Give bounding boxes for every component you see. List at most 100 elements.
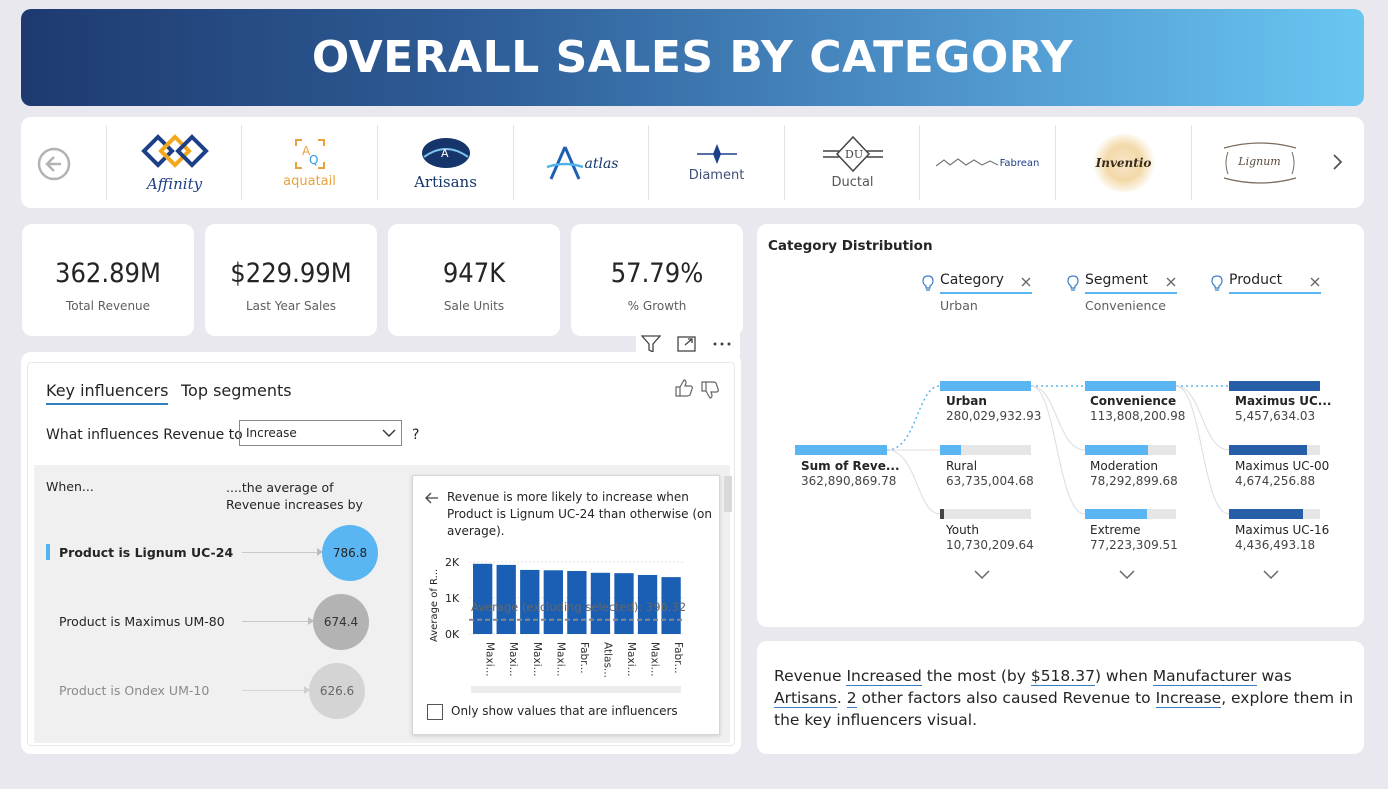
tab-key-influencers[interactable]: Key influencers <box>46 381 169 405</box>
node-name: Maximus UC-16 <box>1235 523 1330 537</box>
x-tick-label: Maxi... <box>554 642 566 677</box>
connector-line <box>242 552 322 553</box>
node-value: 10,730,209.64 <box>946 538 1034 552</box>
node-fill <box>940 445 961 455</box>
narrative-value: $518.37 <box>1030 667 1095 686</box>
aquatail-logo-icon: A Q <box>294 139 325 169</box>
logo-label: Fabrean <box>999 158 1040 169</box>
checkbox-label: Only show values that are influencers <box>451 704 678 718</box>
logo-label: Diament <box>688 168 745 183</box>
previous-arrow-icon[interactable] <box>37 147 71 181</box>
kpi-label: Total Revenue <box>65 299 151 313</box>
logo-label: atlas <box>584 155 619 172</box>
affinity-logo-icon <box>140 133 209 168</box>
influencer-bar-chart: Maxi... Maxi... Maxi... Maxi... Fabr... Atlas… <box>469 561 685 678</box>
narrative-fragment: ) when <box>1094 667 1153 685</box>
node-name: Youth <box>946 523 979 537</box>
kpi-label: % Growth <box>627 299 687 313</box>
logo-lignum[interactable]: Lignum <box>1192 125 1327 200</box>
tree-connectors <box>886 385 1230 515</box>
bar[interactable] <box>473 563 493 634</box>
thumbs-down-icon[interactable] <box>700 381 720 399</box>
connector-line <box>242 621 312 622</box>
more-options-icon[interactable] <box>711 335 733 353</box>
kpi-last-year-sales: $229.99M Last Year Sales <box>205 224 377 336</box>
x-tick-label: Maxi... <box>531 642 543 677</box>
logo-label: Inventio <box>1095 155 1152 170</box>
vertical-scrollbar[interactable] <box>724 476 732 512</box>
logo-ductal[interactable]: DU Ductal <box>785 125 920 200</box>
tab-top-segments[interactable]: Top segments <box>181 381 292 400</box>
dropdown-value: Increase <box>246 426 297 440</box>
x-tick-label: Maxi... <box>507 642 519 677</box>
narrative-value: Increase <box>1155 689 1222 708</box>
influence-bubble[interactable]: 674.4 <box>313 594 369 650</box>
narrative-fragment: the most (by <box>921 667 1031 685</box>
node-bar-rural[interactable] <box>940 445 1031 455</box>
logo-artisans[interactable]: A Artisans <box>378 125 513 200</box>
node-bar-product-1[interactable] <box>1229 381 1320 391</box>
chevron-down-icon[interactable] <box>974 570 990 580</box>
kpi-growth: 57.79% % Growth <box>571 224 743 336</box>
narrative-fragment: other factors also caused Revenue to <box>856 689 1156 707</box>
back-arrow-icon[interactable] <box>425 492 439 504</box>
node-value: 4,674,256.88 <box>1235 474 1316 488</box>
logo-diament[interactable]: Diament <box>649 125 784 200</box>
svg-text:Q: Q <box>309 153 318 167</box>
x-tick-label: Atlas... <box>601 642 613 678</box>
logo-aquatail[interactable]: A Q aquatail <box>242 125 377 200</box>
x-tick-label: Maxi... <box>625 642 637 677</box>
logo-fabrean[interactable]: Fabrean <box>920 125 1055 200</box>
node-bar-moderation[interactable] <box>1085 445 1176 455</box>
filter-icon[interactable] <box>641 335 661 353</box>
node-value: 63,735,004.68 <box>946 474 1034 488</box>
chevron-down-icon[interactable] <box>1263 570 1279 580</box>
direction-dropdown[interactable]: Increase <box>239 420 402 446</box>
influence-bubble[interactable]: 786.8 <box>322 525 378 581</box>
node-fill <box>1085 381 1176 391</box>
selected-indicator <box>46 544 50 560</box>
ductal-logo-icon: DU <box>822 135 883 173</box>
node-bar-product-3[interactable] <box>1229 509 1320 519</box>
narrative-fragment: Revenue <box>774 667 847 685</box>
narrative-text: Revenue Increased the most (by $518.37) … <box>774 665 1359 731</box>
influencer-row-label[interactable]: Product is Maximus UM-80 <box>59 614 225 629</box>
node-fill <box>1229 509 1303 519</box>
logo-inventio[interactable]: Inventio <box>1056 125 1191 200</box>
focus-mode-icon[interactable] <box>677 335 697 353</box>
node-bar-convenience[interactable] <box>1085 381 1176 391</box>
influencer-row-label[interactable]: Product is Ondex UM-10 <box>59 683 209 698</box>
next-arrow-icon[interactable] <box>1329 147 1347 177</box>
inventio-logo-icon: Inventio <box>1090 133 1157 192</box>
horizontal-scrollbar[interactable] <box>471 686 681 693</box>
node-bar-extreme[interactable] <box>1085 509 1176 519</box>
node-value: 78,292,899.68 <box>1090 474 1178 488</box>
logo-slicer: Affinity A Q aquatail A Artisans atlas D… <box>21 117 1364 208</box>
thumbs-up-icon[interactable] <box>674 379 694 397</box>
root-bar[interactable] <box>795 445 887 455</box>
node-value: 4,436,493.18 <box>1235 538 1316 552</box>
node-bar-youth[interactable] <box>940 509 1031 519</box>
influence-bubble[interactable]: 626.6 <box>309 663 365 719</box>
node-name: Convenience <box>1090 394 1177 408</box>
logo-label: Lignum <box>1238 155 1281 168</box>
influencer-row-label[interactable]: Product is Lignum UC-24 <box>59 545 233 560</box>
narrative-fragment: . <box>836 689 847 707</box>
node-fill <box>1085 509 1147 519</box>
logo-affinity[interactable]: Affinity <box>107 125 242 200</box>
node-bar-product-2[interactable] <box>1229 445 1320 455</box>
page-header: OVERALL SALES BY CATEGORY <box>21 9 1364 106</box>
node-value: 280,029,932.93 <box>946 409 1042 423</box>
y-tick: 0K <box>445 628 460 641</box>
node-bar-urban[interactable] <box>940 381 1031 391</box>
influencers-only-checkbox[interactable] <box>427 704 443 720</box>
x-tick-label: Fabr... <box>578 642 590 674</box>
decomposition-tree: Category Distribution Category Urban Seg… <box>757 224 1364 627</box>
node-fill <box>1229 381 1320 391</box>
node-value: 113,808,200.98 <box>1090 409 1186 423</box>
node-fill <box>1229 445 1307 455</box>
svg-text:A: A <box>441 147 449 160</box>
logo-label: Artisans <box>414 172 477 191</box>
logo-atlas[interactable]: atlas <box>514 125 649 200</box>
chevron-down-icon[interactable] <box>1119 570 1135 580</box>
